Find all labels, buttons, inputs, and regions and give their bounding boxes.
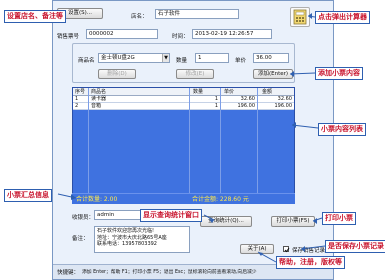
- annotation-calculator: 点击弹出计算器: [315, 11, 370, 24]
- annotation-arrows: [47, 12, 326, 263]
- annotation-help: 帮助，注册，版权等: [276, 256, 345, 269]
- annotation-list: 小票内容列表: [318, 123, 366, 136]
- annotation-print: 打印小票: [322, 212, 356, 225]
- annotation-save: 是否保存小票记录: [325, 240, 385, 253]
- annotation-add-items: 添加小票内容: [315, 67, 363, 80]
- annotation-stats: 显示查询统计窗口: [140, 209, 202, 222]
- annotation-settings: 设置店名、备注等: [4, 10, 66, 23]
- annotation-summary: 小票汇总信息: [4, 189, 52, 202]
